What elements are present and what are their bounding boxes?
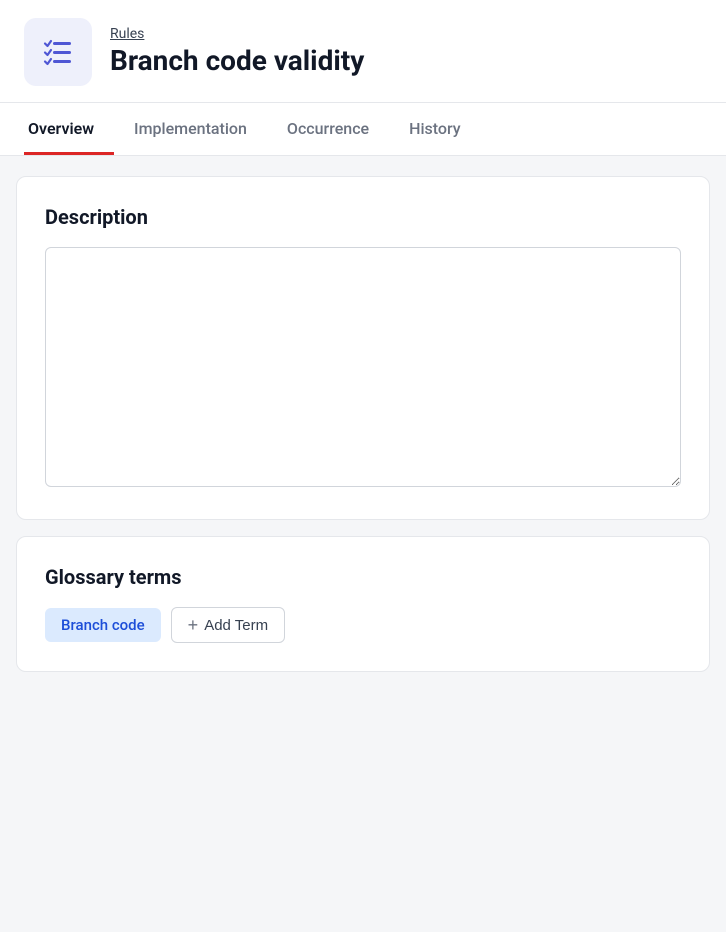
add-term-plus-icon: + [188, 616, 199, 634]
add-term-button[interactable]: + Add Term [171, 607, 285, 643]
tab-overview[interactable]: Overview [24, 103, 114, 155]
tab-occurrence[interactable]: Occurrence [267, 103, 389, 155]
tab-history[interactable]: History [389, 103, 481, 155]
page-title: Branch code validity [110, 44, 364, 78]
tabs-bar: Overview Implementation Occurrence Histo… [0, 103, 726, 156]
tab-implementation[interactable]: Implementation [114, 103, 267, 155]
glossary-card: Glossary terms Branch code + Add Term [16, 536, 710, 672]
glossary-terms-list: Branch code + Add Term [45, 607, 681, 643]
header-text-group: Rules Branch code validity [110, 26, 364, 78]
description-card: Description [16, 176, 710, 520]
description-card-title: Description [45, 205, 681, 229]
rules-list-icon [39, 33, 77, 71]
breadcrumb[interactable]: Rules [110, 26, 364, 42]
add-term-label: Add Term [204, 617, 268, 634]
term-badge-branch-code[interactable]: Branch code [45, 608, 161, 642]
app-icon [24, 18, 92, 86]
glossary-card-title: Glossary terms [45, 565, 681, 589]
page-header: Rules Branch code validity [0, 0, 726, 103]
description-textarea[interactable] [45, 247, 681, 487]
main-content: Description Glossary terms Branch code +… [0, 156, 726, 692]
